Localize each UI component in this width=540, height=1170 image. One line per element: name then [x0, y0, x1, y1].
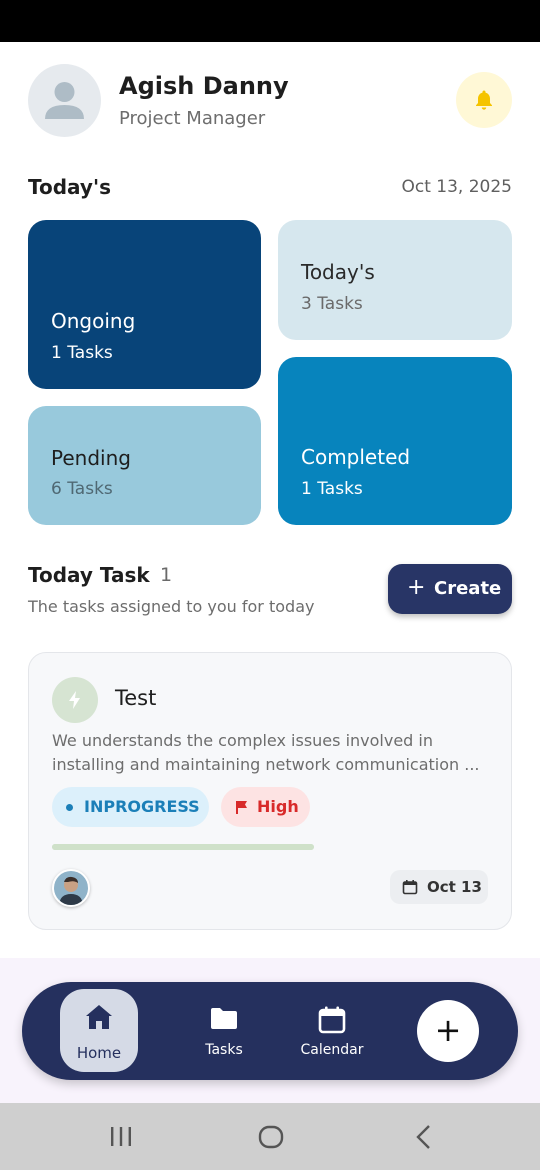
- user-role: Project Manager: [119, 108, 266, 129]
- nav-calendar[interactable]: Calendar: [292, 982, 372, 1080]
- todays-card[interactable]: Today's 3 Tasks: [278, 220, 512, 340]
- nav-tasks-label: Tasks: [205, 1042, 243, 1058]
- task-description: We understands the complex issues involv…: [52, 731, 480, 774]
- task-type-badge: [52, 677, 98, 723]
- task-date-chip: Oct 13: [390, 870, 488, 904]
- avatar[interactable]: [28, 64, 101, 137]
- status-badge: INPROGRESS: [52, 787, 209, 827]
- pending-card[interactable]: Pending 6 Tasks: [28, 406, 261, 525]
- nav-home-label: Home: [76, 1044, 122, 1062]
- status-label: INPROGRESS: [84, 797, 200, 816]
- profile-header: Agish Danny Project Manager: [28, 64, 512, 138]
- assignee-avatar[interactable]: [52, 869, 90, 907]
- status-dot-icon: [66, 804, 73, 811]
- task-progress-fill: [52, 844, 314, 850]
- plus-icon: +: [407, 575, 426, 600]
- priority-label: High: [257, 797, 299, 816]
- back-icon[interactable]: [412, 1123, 436, 1151]
- calendar-icon: [402, 880, 418, 895]
- user-name: Agish Danny: [119, 72, 289, 100]
- completed-card[interactable]: Completed 1 Tasks: [278, 357, 512, 525]
- summary-date: Oct 13, 2025: [401, 177, 513, 197]
- status-bar: [0, 0, 540, 42]
- completed-label: Completed: [301, 445, 411, 469]
- today-task-heading: Today Task: [28, 563, 150, 587]
- pending-label: Pending: [51, 446, 131, 470]
- user-placeholder-icon: [45, 82, 84, 119]
- nav-calendar-label: Calendar: [300, 1042, 364, 1058]
- home-system-icon[interactable]: [257, 1123, 285, 1151]
- flag-icon: [236, 801, 247, 814]
- recent-apps-icon[interactable]: [109, 1123, 133, 1151]
- today-task-subtitle: The tasks assigned to you for today: [28, 597, 315, 616]
- add-button[interactable]: +: [417, 1000, 479, 1062]
- pending-count: 6 Tasks: [51, 479, 113, 499]
- ongoing-card[interactable]: Ongoing 1 Tasks: [28, 220, 261, 389]
- plus-icon: +: [434, 1011, 462, 1049]
- bolt-icon: [69, 691, 80, 709]
- priority-badge: High: [221, 787, 310, 827]
- nav-tasks[interactable]: Tasks: [184, 982, 264, 1080]
- completed-count: 1 Tasks: [301, 479, 363, 499]
- task-date: Oct 13: [427, 878, 482, 896]
- notifications-button[interactable]: [456, 72, 512, 128]
- nav-home[interactable]: Home: [60, 989, 138, 1072]
- create-label: Create: [434, 578, 502, 599]
- todays-label: Today's: [301, 260, 375, 284]
- task-card[interactable]: Test We understands the complex issues i…: [28, 652, 512, 930]
- ongoing-count: 1 Tasks: [51, 343, 113, 363]
- bottom-nav-bar: Home Tasks Calendar +: [22, 982, 518, 1080]
- assignee-photo: [54, 871, 88, 905]
- folder-icon: [211, 1008, 237, 1029]
- system-nav-bar: [0, 1103, 540, 1170]
- home-icon: [86, 1005, 112, 1029]
- summary-title: Today's: [28, 175, 111, 199]
- task-progress-bar: [52, 844, 314, 850]
- bell-icon: [476, 90, 492, 110]
- today-task-count: 1: [160, 564, 173, 586]
- todays-count: 3 Tasks: [301, 294, 363, 314]
- calendar-icon: [318, 1006, 346, 1034]
- create-task-button[interactable]: + Create: [388, 564, 512, 614]
- ongoing-label: Ongoing: [51, 309, 136, 333]
- task-title: Test: [115, 686, 157, 710]
